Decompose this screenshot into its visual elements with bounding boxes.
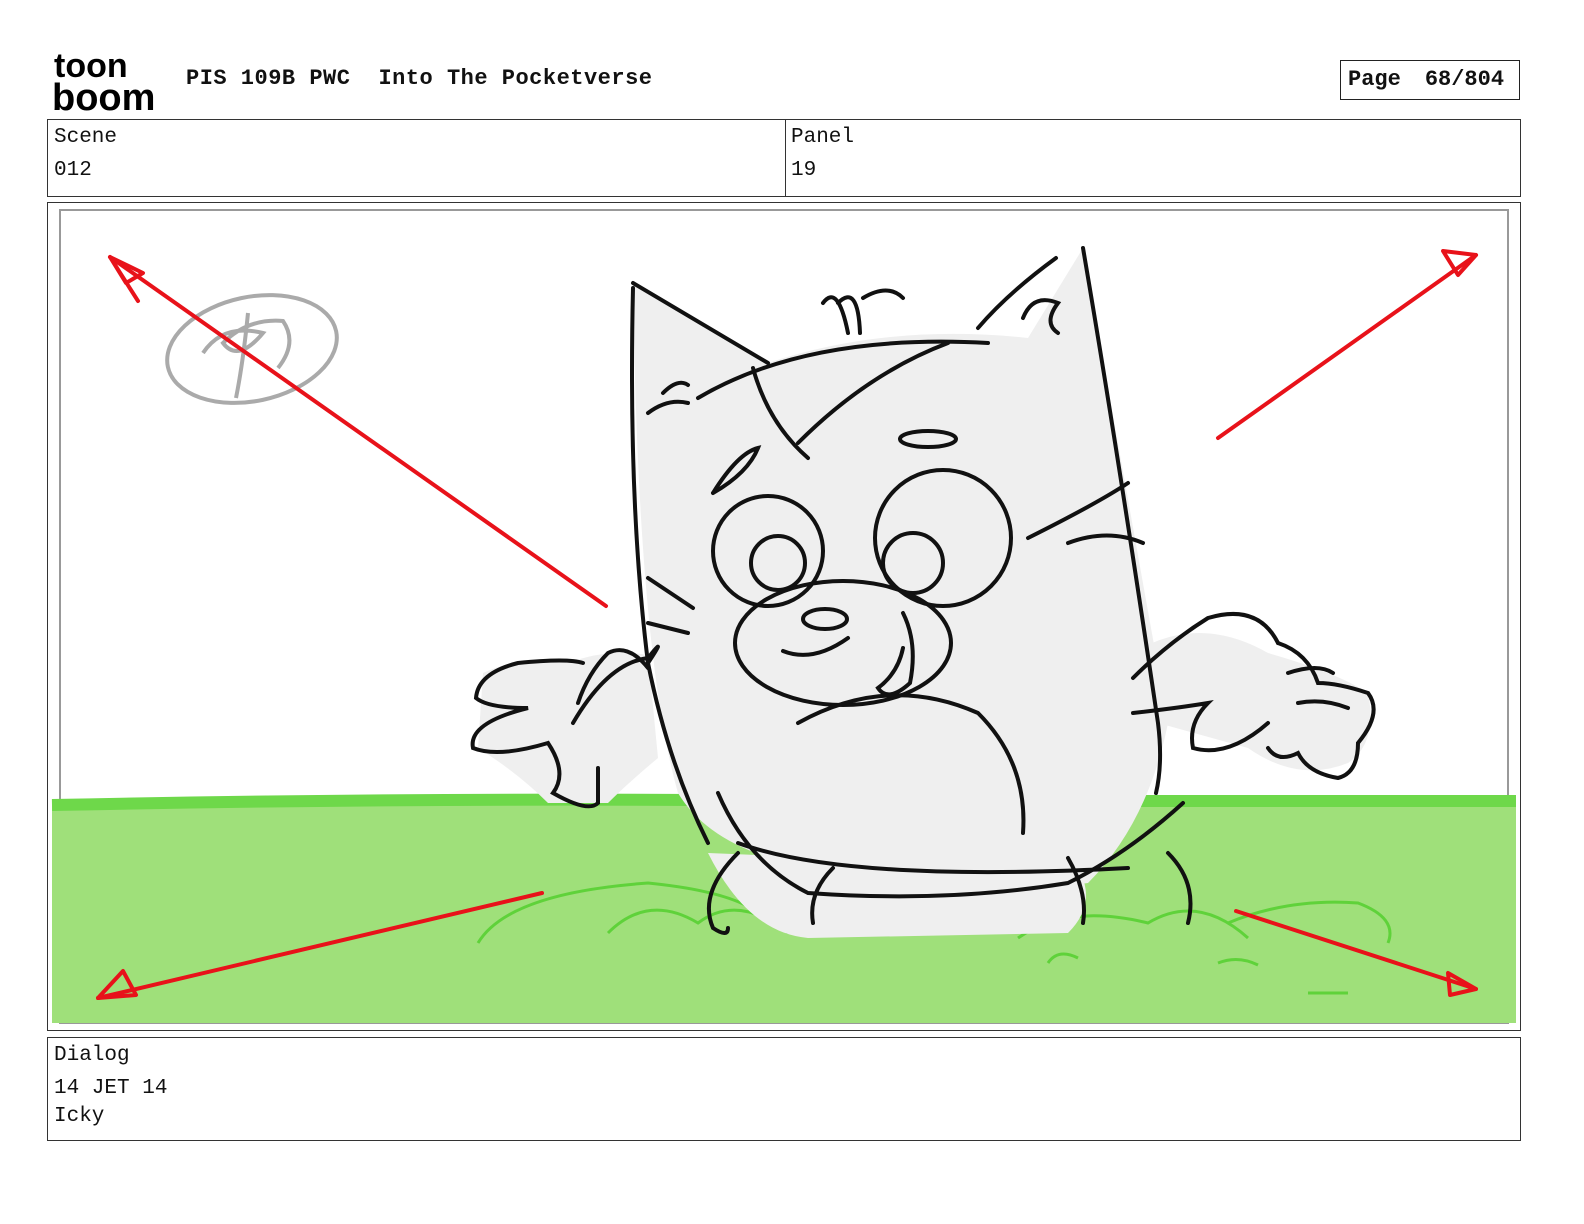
- dialog-label: Dialog: [54, 1044, 130, 1067]
- episode-name: Into The Pocketverse: [378, 66, 653, 91]
- toon-boom-logo: toon boom: [52, 50, 155, 114]
- page-number: 68/804: [1424, 67, 1505, 92]
- svg-text:boom: boom: [52, 77, 155, 114]
- panel-number: 19: [791, 159, 817, 182]
- dialog-box: Dialog 14 JET 14 Icky: [47, 1037, 1521, 1141]
- dialog-speaker: 14 JET 14: [54, 1077, 168, 1100]
- episode-title: PIS 109B PWC Into The Pocketverse: [186, 66, 680, 91]
- scene-panel-info: Scene 012 Panel 19: [47, 119, 1521, 197]
- panel-label: Panel: [791, 126, 855, 149]
- panel-drawing: [51, 209, 1516, 1024]
- scene-cell: Scene 012: [48, 120, 786, 196]
- dialog-line: Icky: [54, 1105, 105, 1128]
- storyboard-header: toon boom PIS 109B PWC Into The Pocketver…: [0, 0, 1584, 118]
- page-indicator: Page 68/804: [1340, 60, 1520, 100]
- scene-number: 012: [54, 159, 92, 182]
- production-code: PIS 109B PWC: [186, 66, 351, 91]
- page-label: Page: [1348, 67, 1401, 92]
- storyboard-panel-image: [47, 202, 1521, 1031]
- panel-cell: Panel 19: [785, 120, 1520, 196]
- scene-label: Scene: [54, 126, 118, 149]
